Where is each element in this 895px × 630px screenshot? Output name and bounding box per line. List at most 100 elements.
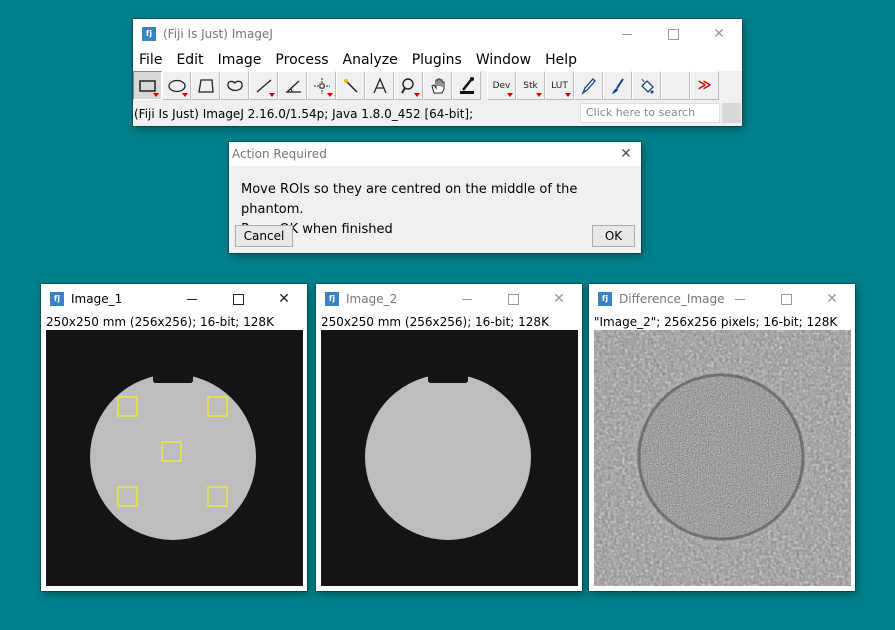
- difference-image-title: Difference_Image: [619, 292, 725, 306]
- pencil-tool[interactable]: [574, 71, 603, 100]
- close-icon: ✕: [553, 291, 565, 307]
- blank-tool[interactable]: [661, 71, 690, 100]
- minimize-button[interactable]: [444, 284, 490, 314]
- search-button[interactable]: [722, 103, 741, 123]
- minimize-icon: [622, 33, 632, 35]
- lut-menu[interactable]: LUT: [545, 71, 574, 100]
- angle-tool-icon: [284, 80, 301, 93]
- menu-image[interactable]: Image: [218, 52, 262, 68]
- phantom-notch: [153, 373, 193, 383]
- fiji-app-icon: fj: [325, 292, 339, 306]
- rectangle-selection-tool[interactable]: [133, 71, 162, 100]
- maximize-button[interactable]: [763, 284, 809, 314]
- phantom-image-2: [321, 330, 578, 586]
- text-tool[interactable]: [365, 71, 394, 100]
- menu-edit[interactable]: Edit: [176, 52, 203, 68]
- maximize-button[interactable]: [490, 284, 536, 314]
- maximize-icon: [667, 28, 679, 40]
- dev-tools-menu[interactable]: Dev: [487, 71, 516, 100]
- wand-tool[interactable]: [336, 71, 365, 100]
- difference-noise-image: [594, 330, 851, 586]
- polygon-selection-icon: [197, 78, 214, 93]
- text-tool-icon: [372, 76, 387, 93]
- image-1-titlebar[interactable]: fj Image_1 ✕: [41, 284, 307, 314]
- minimize-icon: [187, 298, 197, 300]
- magnifier-tool[interactable]: [394, 71, 423, 100]
- menu-plugins[interactable]: Plugins: [412, 52, 462, 68]
- rectangle-selection-icon: [138, 79, 156, 92]
- maximize-icon: [232, 293, 244, 305]
- dialog-titlebar[interactable]: Action Required ✕: [229, 142, 641, 166]
- main-window-title: (Fiji Is Just) ImageJ: [163, 27, 273, 41]
- minimize-icon: [735, 298, 745, 300]
- oval-selection-tool[interactable]: [162, 71, 191, 100]
- dialog-message-line-1: Move ROIs so they are centred on the mid…: [241, 182, 578, 217]
- main-titlebar[interactable]: fj (Fiji Is Just) ImageJ ✕: [133, 19, 742, 49]
- maximize-icon: [780, 293, 792, 305]
- dialog-message-line-2: Press OK when finished: [241, 222, 393, 237]
- search-input[interactable]: [580, 103, 720, 123]
- difference-image-window: fj Difference_Image ✕ "Image_2"; 256x256…: [589, 284, 855, 591]
- image-1-canvas[interactable]: [46, 330, 303, 586]
- magnifier-icon: [400, 77, 414, 94]
- image-2-canvas[interactable]: [321, 330, 578, 586]
- menu-file[interactable]: File: [139, 52, 162, 68]
- angle-tool[interactable]: [278, 71, 307, 100]
- dropper-tool-icon: [459, 76, 474, 94]
- fiji-app-icon: fj: [142, 27, 156, 41]
- close-button[interactable]: ✕: [696, 19, 742, 49]
- more-tools-icon: ≫: [697, 78, 712, 93]
- status-bar: (Fiji Is Just) ImageJ 2.16.0/1.54p; Java…: [133, 101, 742, 126]
- point-tool-icon: [313, 77, 330, 94]
- close-icon: ✕: [620, 146, 632, 162]
- oval-selection-icon: [167, 79, 186, 92]
- menu-process[interactable]: Process: [275, 52, 328, 68]
- dialog-close-button[interactable]: ✕: [611, 142, 641, 166]
- image-2-titlebar[interactable]: fj Image_2 ✕: [316, 284, 582, 314]
- point-tool[interactable]: [307, 71, 336, 100]
- difference-image-info: "Image_2"; 256x256 pixels; 16-bit; 128K: [594, 315, 838, 329]
- fiji-app-icon: fj: [50, 292, 64, 306]
- freehand-selection-icon: [226, 80, 243, 91]
- minimize-button[interactable]: [169, 284, 215, 314]
- pencil-icon: [581, 77, 596, 95]
- brush-icon: [611, 77, 624, 94]
- maximize-button[interactable]: [215, 284, 261, 314]
- brush-tool[interactable]: [603, 71, 632, 100]
- cancel-button[interactable]: Cancel: [235, 225, 293, 247]
- fiji-app-icon: fj: [598, 292, 612, 306]
- more-tools-button[interactable]: ≫: [690, 71, 719, 100]
- phantom-image-1: [46, 330, 303, 586]
- action-required-dialog: Action Required ✕ Move ROIs so they are …: [229, 142, 641, 253]
- difference-image-titlebar[interactable]: fj Difference_Image ✕: [589, 284, 855, 314]
- line-tool[interactable]: [249, 71, 278, 100]
- image-2-info: 250x250 mm (256x256); 16-bit; 128K: [321, 315, 549, 329]
- menu-analyze[interactable]: Analyze: [343, 52, 398, 68]
- image-1-info: 250x250 mm (256x256); 16-bit; 128K: [46, 315, 274, 329]
- image-1-title: Image_1: [71, 292, 123, 306]
- dialog-title: Action Required: [232, 147, 327, 161]
- minimize-button[interactable]: [604, 19, 650, 49]
- difference-image-canvas[interactable]: [594, 330, 851, 586]
- maximize-button[interactable]: [650, 19, 696, 49]
- freehand-selection-tool[interactable]: [220, 71, 249, 100]
- image-1-window: fj Image_1 ✕ 250x250 mm (256x256); 16-bi…: [41, 284, 307, 591]
- minimize-icon: [462, 298, 472, 300]
- flood-fill-tool[interactable]: [632, 71, 661, 100]
- wand-tool-icon: [343, 78, 358, 93]
- dropper-tool[interactable]: [452, 71, 481, 100]
- close-icon: ✕: [713, 26, 725, 42]
- menu-help[interactable]: Help: [545, 52, 577, 68]
- close-button[interactable]: ✕: [261, 284, 307, 314]
- minimize-button[interactable]: [717, 284, 763, 314]
- close-button[interactable]: ✕: [809, 284, 855, 314]
- ok-button[interactable]: OK: [592, 225, 635, 247]
- image-2-title: Image_2: [346, 292, 398, 306]
- hand-tool-icon: [430, 78, 444, 93]
- stack-tools-menu[interactable]: Stk: [516, 71, 545, 100]
- menu-window[interactable]: Window: [476, 52, 531, 68]
- hand-tool[interactable]: [423, 71, 452, 100]
- maximize-icon: [507, 293, 519, 305]
- polygon-selection-tool[interactable]: [191, 71, 220, 100]
- close-button[interactable]: ✕: [536, 284, 582, 314]
